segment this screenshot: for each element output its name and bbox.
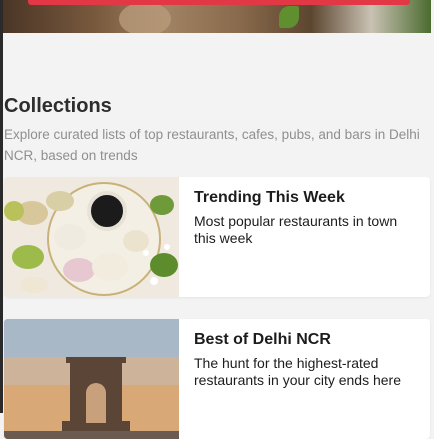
card-title: Best of Delhi NCR	[194, 331, 331, 348]
hero-red-bar	[28, 0, 410, 5]
india-gate-illustration	[4, 319, 179, 439]
best-of-delhi-image	[4, 319, 179, 439]
collection-card-trending[interactable]: Trending This Week Most popular restaura…	[4, 177, 430, 297]
card-title: Trending This Week	[194, 189, 345, 206]
herb-leaf-shape	[279, 6, 299, 28]
macarons-tea-illustration	[4, 177, 179, 297]
food-bowl-shape	[119, 2, 171, 33]
trending-collection-image	[4, 177, 179, 297]
collection-card-best-of-delhi[interactable]: Best of Delhi NCR The hunt for the highe…	[4, 319, 430, 439]
collections-heading: Collections	[4, 95, 112, 117]
card-description: The hunt for the highest-rated restauran…	[194, 355, 401, 388]
hero-banner-image	[3, 0, 431, 33]
collections-subtitle: Explore curated lists of top restaurants…	[4, 127, 420, 163]
window-edge	[0, 0, 3, 413]
card-description: Most popular restaurants in town this we…	[194, 213, 398, 246]
